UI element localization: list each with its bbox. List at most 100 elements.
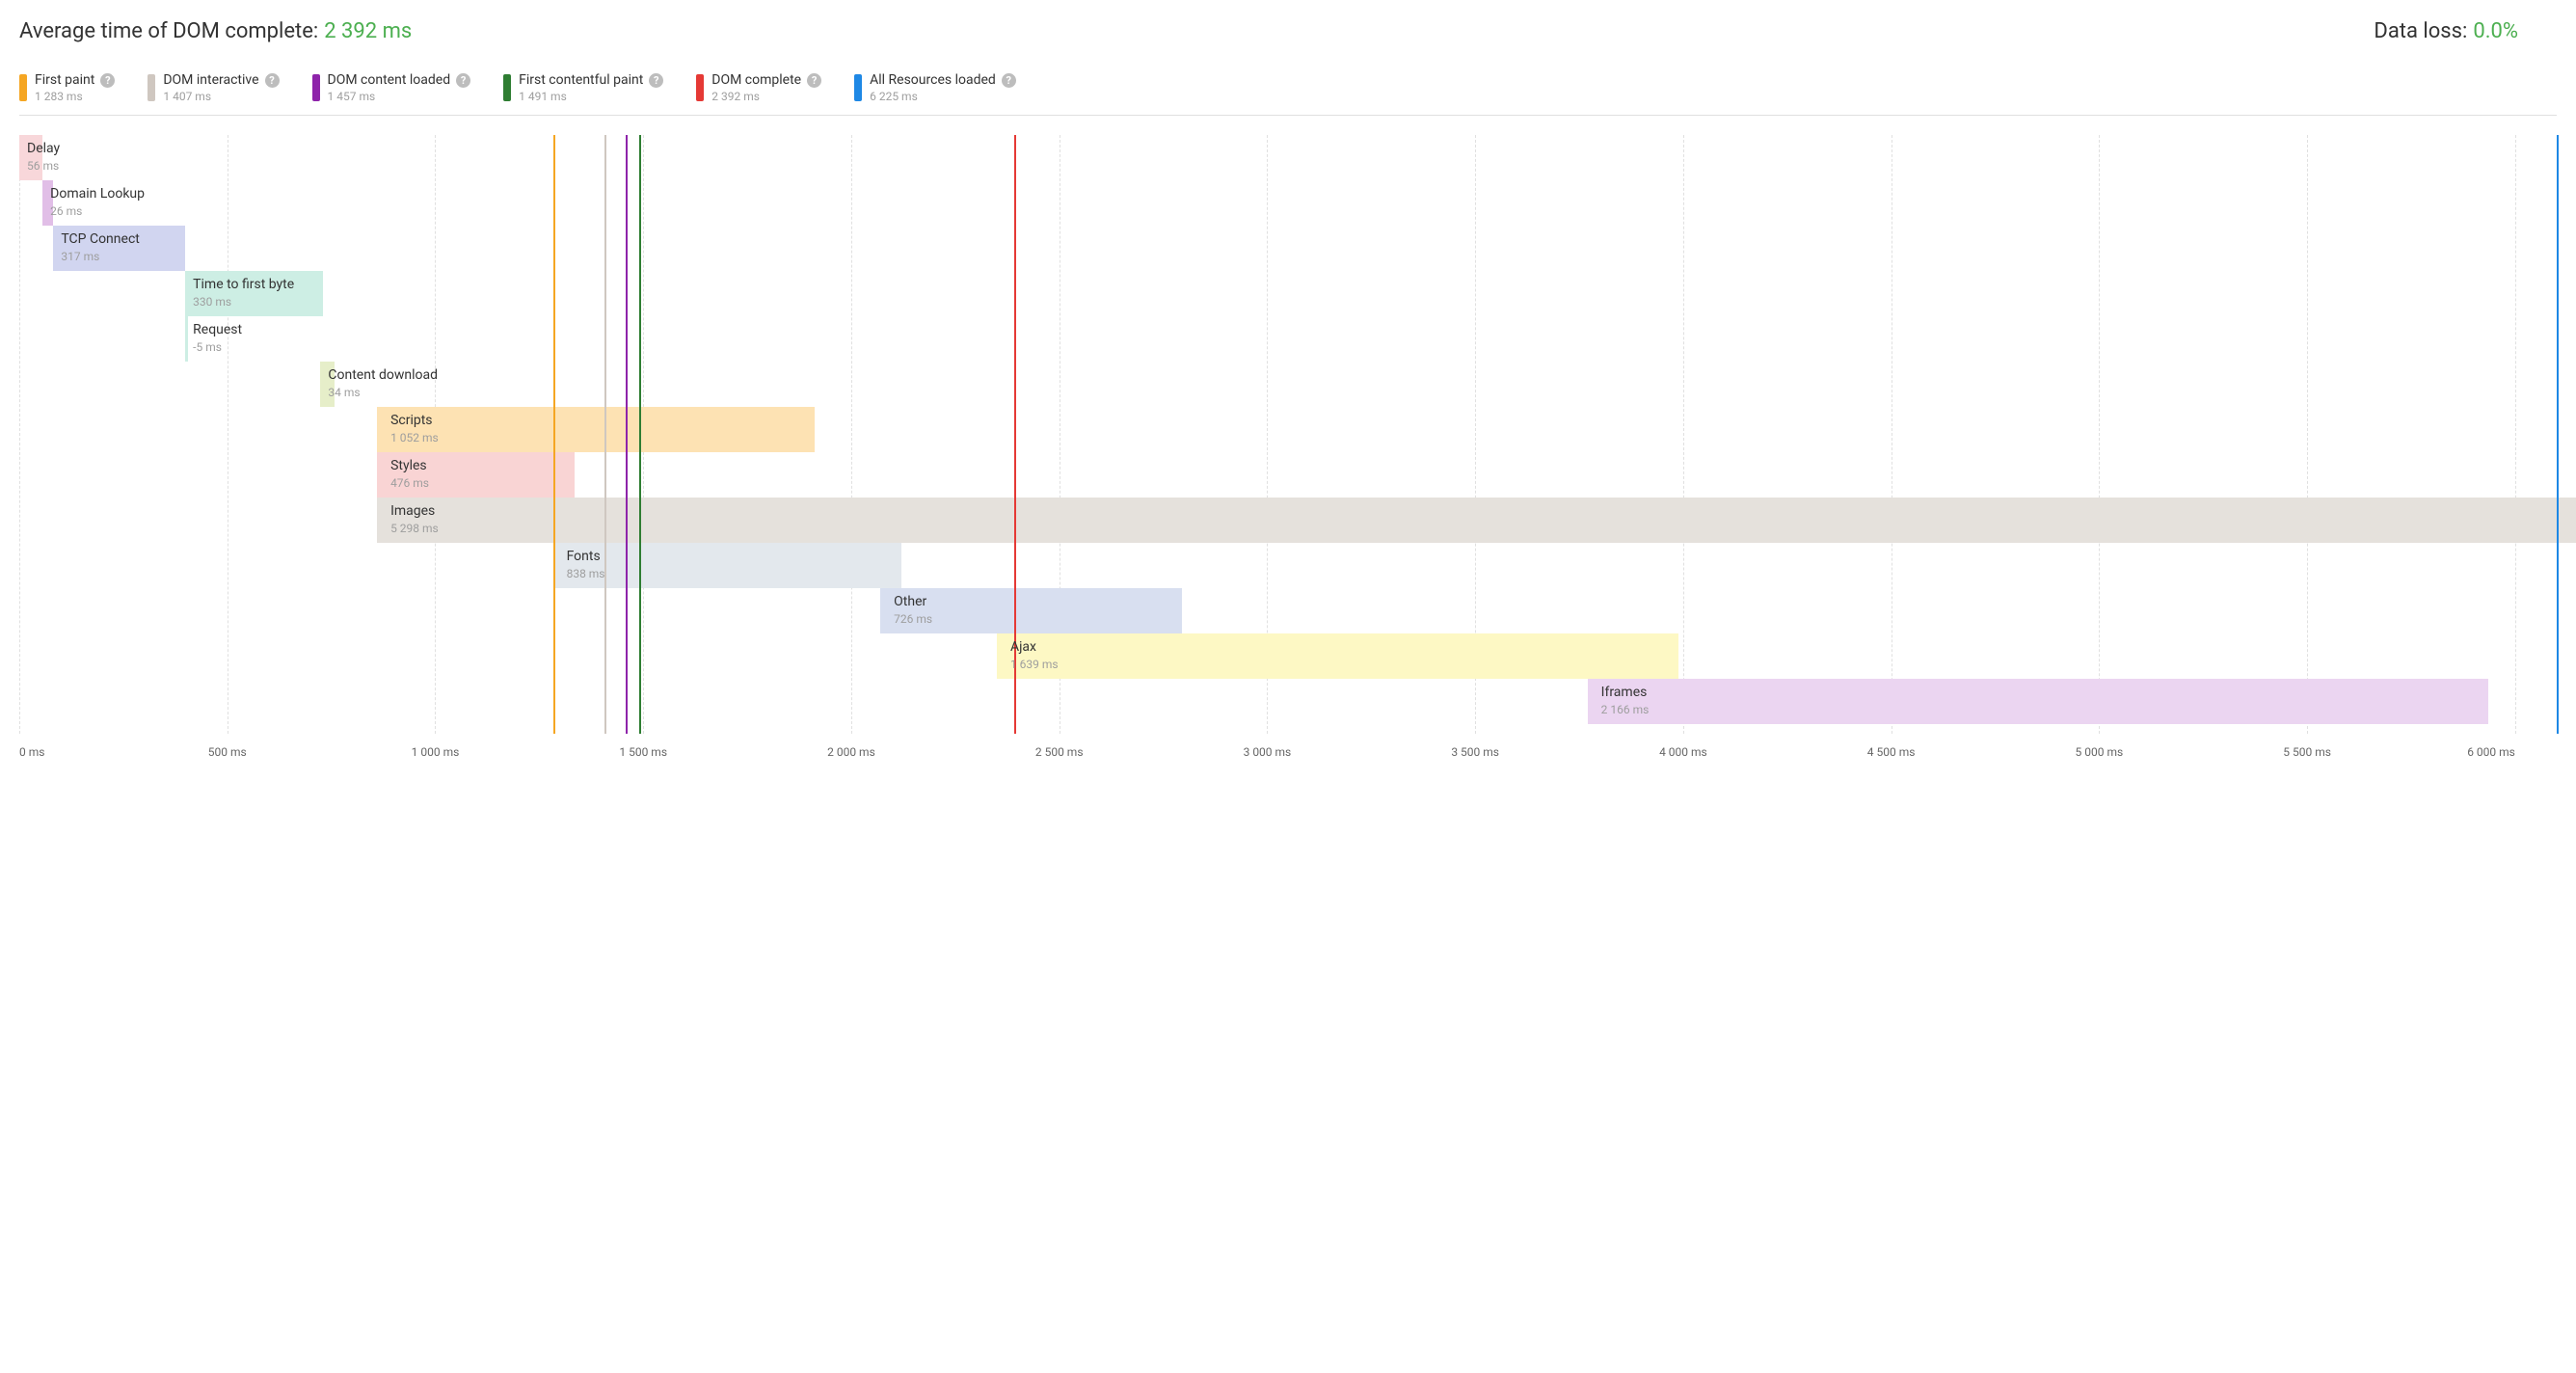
waterfall-bar-value: 2 166 ms [1601, 703, 1650, 716]
axis-tick: 1 500 ms [619, 745, 667, 759]
axis-tick: 500 ms [208, 745, 247, 759]
axis-tick: 4 500 ms [1867, 745, 1916, 759]
waterfall-row: Content download34 ms [19, 362, 2557, 407]
legend-value: 1 407 ms [163, 90, 279, 103]
marker-line [553, 135, 555, 734]
legend-label: DOM content loaded [328, 72, 451, 88]
waterfall-bar-label: Images [390, 503, 435, 519]
waterfall-bar[interactable] [997, 633, 1678, 679]
axis-tick: 2 500 ms [1035, 745, 1084, 759]
waterfall-bar-value: 56 ms [27, 159, 59, 173]
marker-line [639, 135, 641, 734]
legend-item[interactable]: First contentful paint? 1 491 ms [503, 72, 663, 103]
waterfall-bar-value: 476 ms [390, 476, 429, 490]
waterfall-row: Other 726 ms [19, 588, 2557, 633]
help-icon[interactable]: ? [456, 73, 470, 88]
help-icon[interactable]: ? [1002, 73, 1016, 88]
marker-line [604, 135, 606, 734]
waterfall-row: Iframes 2 166 ms [19, 679, 2557, 724]
legend-label: First paint [35, 72, 94, 88]
waterfall-bar-label: Scripts [390, 413, 432, 428]
waterfall-bar-label: Ajax [1010, 639, 1036, 655]
legend-item[interactable]: DOM content loaded? 1 457 ms [312, 72, 471, 103]
marker-line [2557, 135, 2559, 734]
axis-tick: 3 500 ms [1451, 745, 1499, 759]
waterfall-chart: Delay 56 ms Domain Lookup 26 ms TCP Connect 3… [19, 116, 2557, 776]
waterfall-bar-value: 726 ms [894, 612, 932, 626]
legend-value: 6 225 ms [870, 90, 1016, 103]
legend-label: First contentful paint [519, 72, 643, 88]
waterfall-row: Fonts 838 ms [19, 543, 2557, 588]
legend-color-chip [19, 74, 27, 101]
header-metrics: Average time of DOM complete: 2 392 ms D… [19, 19, 2557, 43]
waterfall-bar-value: 838 ms [567, 567, 605, 580]
waterfall-bar-value: 317 ms [61, 250, 99, 263]
waterfall-bar[interactable] [1588, 679, 2489, 724]
waterfall-row: Images 5 298 ms [19, 498, 2557, 543]
legend-item[interactable]: All Resources loaded? 6 225 ms [854, 72, 1016, 103]
waterfall-bar-label: Domain Lookup [50, 186, 145, 202]
legend-value: 2 392 ms [711, 90, 821, 103]
help-icon[interactable]: ? [100, 73, 115, 88]
help-icon[interactable]: ? [649, 73, 663, 88]
axis-tick: 6 000 ms [2467, 745, 2515, 759]
help-icon[interactable]: ? [807, 73, 821, 88]
waterfall-row: Ajax 1 639 ms [19, 633, 2557, 679]
chart-plot-area: Delay 56 ms Domain Lookup 26 ms TCP Connect 3… [19, 135, 2557, 734]
waterfall-bar-value: 1 639 ms [1010, 658, 1059, 671]
waterfall-row: Styles 476 ms [19, 452, 2557, 498]
axis-tick: 4 000 ms [1659, 745, 1707, 759]
legend-item[interactable]: DOM complete? 2 392 ms [696, 72, 821, 103]
legend-item[interactable]: First paint? 1 283 ms [19, 72, 115, 103]
waterfall-bar-label: Other [894, 594, 926, 609]
waterfall-bar[interactable] [377, 498, 2576, 543]
waterfall-bar-value: 34 ms [328, 386, 360, 399]
data-loss-value: 0.0% [2473, 19, 2518, 43]
waterfall-bar-label: Styles [390, 458, 427, 473]
legend-item[interactable]: DOM interactive? 1 407 ms [148, 72, 279, 103]
legend-color-chip [696, 74, 704, 101]
axis-tick: 0 ms [19, 745, 44, 759]
axis-tick: 5 500 ms [2283, 745, 2331, 759]
avg-dom-complete-label: Average time of DOM complete: [19, 19, 318, 43]
waterfall-bar-value: 5 298 ms [390, 522, 439, 535]
legend-label: All Resources loaded [870, 72, 996, 88]
waterfall-bar[interactable] [185, 316, 188, 362]
waterfall-row: Domain Lookup 26 ms [19, 180, 2557, 226]
axis-tick: 5 000 ms [2076, 745, 2124, 759]
data-loss: Data loss: 0.0% [2374, 19, 2518, 43]
x-axis: 0 ms 500 ms 1 000 ms 1 500 ms 2 000 ms 2 500 … [19, 738, 2557, 767]
waterfall-bar-label: Fonts [567, 549, 601, 564]
axis-tick: 3 000 ms [1244, 745, 1292, 759]
waterfall-bar-label: Request [193, 322, 242, 337]
waterfall-bar[interactable] [377, 407, 815, 452]
marker-line [626, 135, 628, 734]
axis-tick: 1 000 ms [412, 745, 460, 759]
waterfall-row: Scripts1 052 ms [19, 407, 2557, 452]
waterfall-bar-label: Time to first byte [193, 277, 294, 292]
avg-dom-complete: Average time of DOM complete: 2 392 ms [19, 19, 412, 43]
legend-color-chip [312, 74, 320, 101]
legend-color-chip [854, 74, 862, 101]
help-icon[interactable]: ? [265, 73, 280, 88]
waterfall-row: Request -5 ms [19, 316, 2557, 362]
waterfall-bar-value: -5 ms [193, 340, 222, 354]
waterfall-row: TCP Connect 317 ms [19, 226, 2557, 271]
data-loss-label: Data loss: [2374, 19, 2467, 43]
waterfall-bar-label: Iframes [1601, 685, 1648, 700]
waterfall-row: Time to first byte 330 ms [19, 271, 2557, 316]
legend-label: DOM interactive [163, 72, 258, 88]
legend-value: 1 457 ms [328, 90, 471, 103]
avg-dom-complete-value: 2 392 ms [324, 19, 412, 43]
waterfall-bar-label: Delay [27, 141, 60, 156]
legend-color-chip [148, 74, 155, 101]
chart-legend: First paint? 1 283 ms DOM interactive? 1 40… [19, 72, 2557, 116]
legend-value: 1 283 ms [35, 90, 115, 103]
waterfall-bar-label: TCP Connect [61, 231, 139, 247]
axis-tick: 2 000 ms [827, 745, 875, 759]
waterfall-bar-value: 26 ms [50, 204, 82, 218]
waterfall-bar-value: 330 ms [193, 295, 231, 309]
waterfall-row: Delay 56 ms [19, 135, 2557, 180]
legend-label: DOM complete [711, 72, 801, 88]
legend-value: 1 491 ms [519, 90, 663, 103]
